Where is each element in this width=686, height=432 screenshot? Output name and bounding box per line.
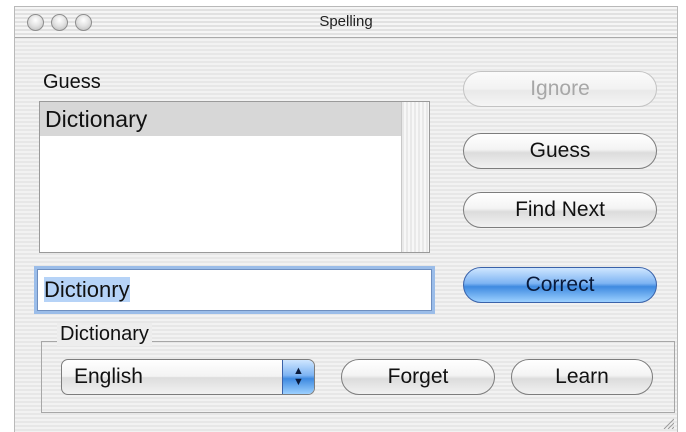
title-bar[interactable]: Spelling [15,7,677,38]
word-text: Dictionry [44,277,130,302]
resize-grip-icon[interactable] [662,417,674,429]
find-next-button[interactable]: Find Next [463,192,657,228]
list-item[interactable]: Dictionary [40,102,429,136]
guess-list[interactable]: Dictionary [39,101,430,253]
learn-button[interactable]: Learn [511,359,653,395]
guess-button[interactable]: Guess [463,133,657,169]
correct-button[interactable]: Correct [463,267,657,303]
list-scrollbar[interactable] [401,102,429,252]
window-title: Spelling [319,13,373,30]
dictionary-group-label: Dictionary [57,323,152,346]
language-value: English [74,365,143,388]
popup-arrows-icon: ▲ ▼ [282,360,314,394]
guess-label: Guess [43,71,101,93]
ignore-button[interactable]: Ignore [463,71,657,107]
language-popup[interactable]: English ▲ ▼ [61,359,315,395]
spelling-window: Spelling Guess Dictionary Dictionry Igno… [14,6,678,432]
forget-button[interactable]: Forget [341,359,495,395]
misspelled-word-field[interactable]: Dictionry [37,269,432,311]
